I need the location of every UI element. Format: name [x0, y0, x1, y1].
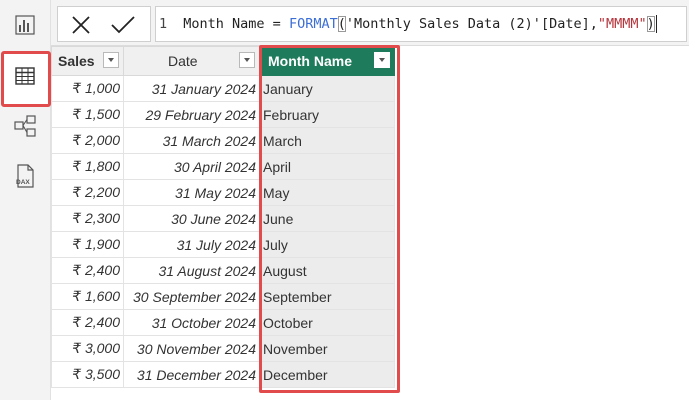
table-row: ₹ 2,000 31 March 2024 March: [51, 127, 395, 154]
formula-prefix: Month Name =: [183, 16, 289, 32]
formula-function: FORMAT: [288, 16, 338, 32]
dax-formula-input[interactable]: 1 Month Name = FORMAT('Monthly Sales Dat…: [155, 6, 687, 42]
dax-query-view-button[interactable]: DAX: [4, 156, 46, 196]
sales-cell[interactable]: ₹ 2,200: [51, 179, 124, 206]
table-row: ₹ 3,500 31 December 2024 December: [51, 361, 395, 388]
data-grid: Sales Date Month Name ₹ 1,000 31 January…: [51, 46, 395, 388]
month-name-cell[interactable]: October: [259, 309, 395, 336]
date-cell[interactable]: 30 November 2024: [123, 335, 260, 362]
table-row: ₹ 3,000 30 November 2024 November: [51, 335, 395, 362]
column-header-sales[interactable]: Sales: [51, 46, 124, 76]
sales-cell[interactable]: ₹ 3,000: [51, 335, 124, 362]
month-name-cell[interactable]: March: [259, 127, 395, 154]
column-header-month-name[interactable]: Month Name: [259, 46, 395, 76]
table-row: ₹ 2,400 31 October 2024 October: [51, 309, 395, 336]
date-cell[interactable]: 31 January 2024: [123, 75, 260, 102]
sales-cell[interactable]: ₹ 2,400: [51, 257, 124, 284]
date-cell[interactable]: 31 March 2024: [123, 127, 260, 154]
text-caret: [655, 15, 657, 33]
date-cell[interactable]: 29 February 2024: [123, 101, 260, 128]
column-header-date[interactable]: Date: [123, 46, 260, 76]
month-name-cell[interactable]: January: [259, 75, 395, 102]
month-name-cell[interactable]: December: [259, 361, 395, 388]
month-name-cell[interactable]: June: [259, 205, 395, 232]
sales-cell[interactable]: ₹ 1,500: [51, 101, 124, 128]
month-name-cell[interactable]: July: [259, 231, 395, 258]
month-name-cell[interactable]: April: [259, 153, 395, 180]
model-view-icon: [14, 115, 36, 137]
sales-cell[interactable]: ₹ 1,900: [51, 231, 124, 258]
date-cell[interactable]: 31 August 2024: [123, 257, 260, 284]
table-view-button[interactable]: [4, 56, 46, 96]
formula-open-paren: (: [337, 16, 346, 32]
dax-query-view-icon: DAX: [16, 164, 34, 188]
chevron-down-icon[interactable]: [103, 52, 119, 68]
sales-cell[interactable]: ₹ 2,400: [51, 309, 124, 336]
sales-cell[interactable]: ₹ 2,300: [51, 205, 124, 232]
date-cell[interactable]: 31 October 2024: [123, 309, 260, 336]
formula-line-number: 1: [159, 16, 168, 32]
sales-cell[interactable]: ₹ 3,500: [51, 361, 124, 388]
date-cell[interactable]: 31 May 2024: [123, 179, 260, 206]
sales-cell[interactable]: ₹ 1,600: [51, 283, 124, 310]
table-row: ₹ 1,800 30 April 2024 April: [51, 153, 395, 180]
sales-cell[interactable]: ₹ 1,800: [51, 153, 124, 180]
month-name-cell[interactable]: September: [259, 283, 395, 310]
table-row: ₹ 2,300 30 June 2024 June: [51, 205, 395, 232]
chevron-down-icon[interactable]: [239, 52, 255, 68]
report-view-button[interactable]: [4, 5, 46, 45]
month-name-cell[interactable]: February: [259, 101, 395, 128]
formula-format-string: "MMMM": [597, 16, 647, 32]
table-row: ₹ 2,200 31 May 2024 May: [51, 179, 395, 206]
date-cell[interactable]: 31 July 2024: [123, 231, 260, 258]
table-row: ₹ 1,600 30 September 2024 September: [51, 283, 395, 310]
svg-text:DAX: DAX: [16, 179, 30, 186]
cancel-icon[interactable]: [70, 14, 92, 36]
sales-cell[interactable]: ₹ 2,000: [51, 127, 124, 154]
month-name-cell[interactable]: May: [259, 179, 395, 206]
month-name-cell[interactable]: August: [259, 257, 395, 284]
sales-cell[interactable]: ₹ 1,000: [51, 75, 124, 102]
month-name-cell[interactable]: November: [259, 335, 395, 362]
table-row: ₹ 1,900 31 July 2024 July: [51, 231, 395, 258]
formula-arg-ref: 'Monthly Sales Data (2)'[Date],: [345, 16, 598, 32]
formula-close-paren: ): [646, 16, 655, 32]
date-cell[interactable]: 30 September 2024: [123, 283, 260, 310]
report-view-icon: [15, 15, 35, 35]
formula-bar: 1 Month Name = FORMAT('Monthly Sales Dat…: [51, 0, 689, 46]
table-view-icon: [15, 67, 35, 85]
date-cell[interactable]: 30 June 2024: [123, 205, 260, 232]
table-row: ₹ 2,400 31 August 2024 August: [51, 257, 395, 284]
chevron-down-icon[interactable]: [374, 52, 390, 68]
table-row: ₹ 1,000 31 January 2024 January: [51, 75, 395, 102]
date-cell[interactable]: 30 April 2024: [123, 153, 260, 180]
model-view-button[interactable]: [4, 106, 46, 146]
date-cell[interactable]: 31 December 2024: [123, 361, 260, 388]
view-rail: DAX: [0, 0, 51, 400]
formula-action-buttons: [57, 6, 151, 42]
commit-check-icon[interactable]: [110, 14, 136, 36]
table-row: ₹ 1,500 29 February 2024 February: [51, 101, 395, 128]
